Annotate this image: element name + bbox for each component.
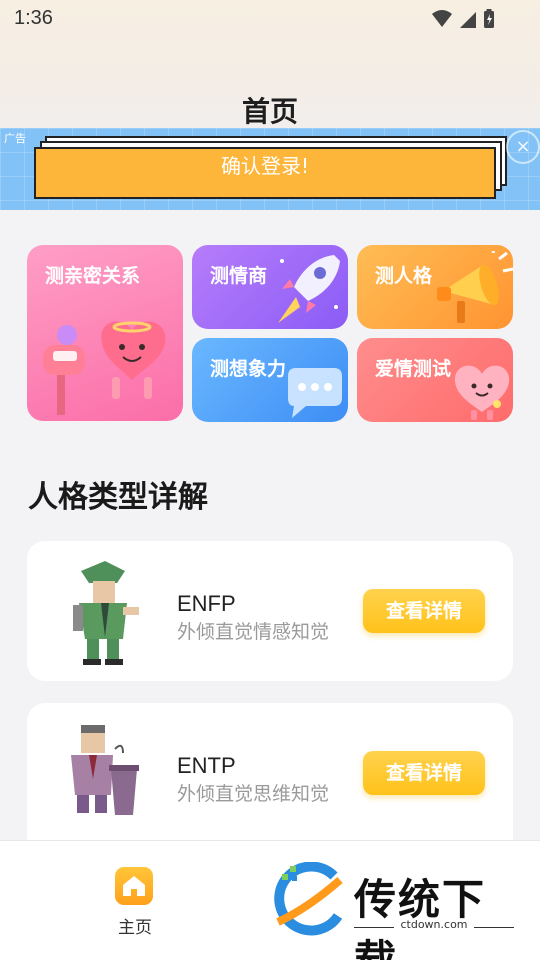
close-icon[interactable]: × [506,130,540,164]
test-card-personality[interactable]: 测人格 [357,245,513,329]
test-card-label: 测想象力 [210,358,287,380]
explorer-avatar-icon [73,561,139,665]
rocket-icon [278,255,340,323]
personality-card-enfp[interactable]: ENFP 外倾直觉情感知觉 查看详情 [27,541,513,681]
test-card-label: 测亲密关系 [45,265,141,287]
nav-item-home[interactable]: 主页 [95,863,175,943]
megaphone-icon [437,251,513,323]
view-details-button[interactable]: 查看详情 [363,751,485,795]
view-details-button[interactable]: 查看详情 [363,589,485,633]
watermark-logo-icon [274,862,343,936]
status-icons [432,9,494,28]
nav-home-label: 主页 [118,918,152,938]
personality-desc: 外倾直觉情感知觉 [177,621,330,643]
signal-icon [460,12,476,28]
ad-banner[interactable]: 广告 确认登录! × [0,128,540,210]
heart-character-icon [454,365,510,420]
ad-tag: 广告 [4,132,26,145]
test-card-imagination[interactable]: 测想象力 [192,338,348,422]
speaker-avatar-icon [71,725,139,815]
personality-desc: 外倾直觉思维知觉 [177,783,330,805]
page-title: 首页 [241,95,298,128]
test-card-love[interactable]: 爱情测试 [357,338,513,422]
watermark-rule-right [474,927,514,928]
wifi-icon [432,10,452,27]
personality-card-entp[interactable]: ENTP 外倾直觉思维知觉 查看详情 [27,703,513,840]
personality-code: ENTP [177,753,236,778]
section-title: 人格类型详解 [28,480,208,515]
watermark: 传统下载 ctdown.com [268,860,518,960]
personality-code: ENFP [177,591,236,616]
watermark-url: ctdown.com [400,918,468,931]
ad-confirm-button[interactable]: 确认登录! [34,147,496,199]
test-card-intimacy[interactable]: 测亲密关系 [27,245,183,421]
speech-bubble-icon [288,368,342,418]
mailbox-hearts-icon [43,321,166,415]
test-card-label: 测情商 [210,265,268,287]
status-bar: 1:36 [0,0,540,40]
test-card-label: 测人格 [375,265,433,287]
test-card-eq[interactable]: 测情商 [192,245,348,329]
status-time: 1:36 [14,7,53,29]
watermark-brand: 传统下载 [354,875,487,960]
home-icon [115,867,153,905]
test-card-label: 爱情测试 [375,358,452,380]
